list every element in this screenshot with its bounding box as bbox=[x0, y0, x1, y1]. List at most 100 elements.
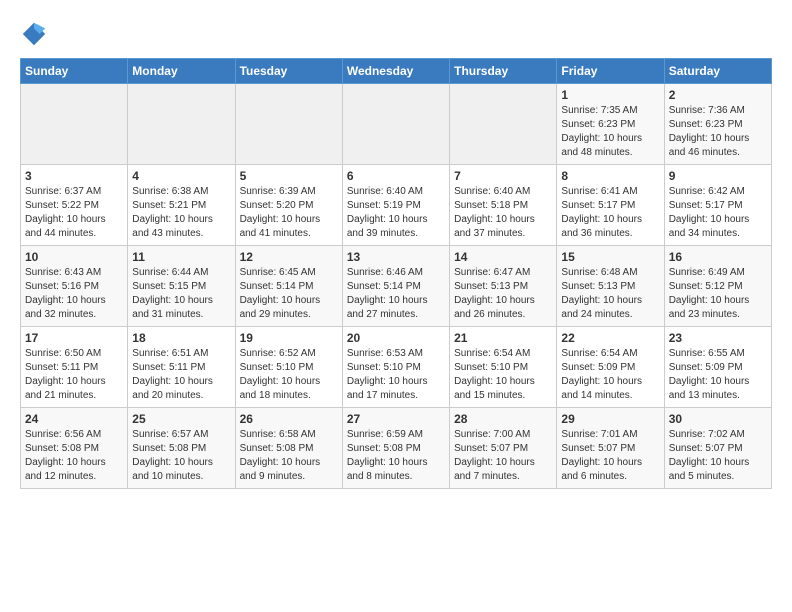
day-number: 22 bbox=[561, 331, 659, 345]
day-number: 13 bbox=[347, 250, 445, 264]
day-number: 5 bbox=[240, 169, 338, 183]
day-number: 28 bbox=[454, 412, 552, 426]
day-cell bbox=[21, 84, 128, 165]
day-number: 4 bbox=[132, 169, 230, 183]
logo-icon bbox=[20, 20, 48, 48]
day-cell: 11 Sunrise: 6:44 AM Sunset: 5:15 PM Dayli… bbox=[128, 246, 235, 327]
day-info: Sunrise: 6:39 AM Sunset: 5:20 PM Dayligh… bbox=[240, 185, 338, 241]
day-cell: 28 Sunrise: 7:00 AM Sunset: 5:07 PM Dayli… bbox=[450, 408, 557, 489]
header bbox=[20, 20, 772, 48]
day-info: Sunrise: 6:55 AM Sunset: 5:09 PM Dayligh… bbox=[669, 347, 767, 403]
day-cell bbox=[128, 84, 235, 165]
day-info: Sunrise: 6:47 AM Sunset: 5:13 PM Dayligh… bbox=[454, 266, 552, 322]
day-number: 15 bbox=[561, 250, 659, 264]
day-info: Sunrise: 6:44 AM Sunset: 5:15 PM Dayligh… bbox=[132, 266, 230, 322]
header-cell-tuesday: Tuesday bbox=[235, 59, 342, 84]
day-cell: 25 Sunrise: 6:57 AM Sunset: 5:08 PM Dayli… bbox=[128, 408, 235, 489]
day-info: Sunrise: 6:41 AM Sunset: 5:17 PM Dayligh… bbox=[561, 185, 659, 241]
day-number: 2 bbox=[669, 88, 767, 102]
day-cell: 2 Sunrise: 7:36 AM Sunset: 6:23 PM Daylig… bbox=[664, 84, 771, 165]
day-cell: 5 Sunrise: 6:39 AM Sunset: 5:20 PM Daylig… bbox=[235, 165, 342, 246]
day-info: Sunrise: 6:38 AM Sunset: 5:21 PM Dayligh… bbox=[132, 185, 230, 241]
day-info: Sunrise: 6:51 AM Sunset: 5:11 PM Dayligh… bbox=[132, 347, 230, 403]
day-cell: 7 Sunrise: 6:40 AM Sunset: 5:18 PM Daylig… bbox=[450, 165, 557, 246]
day-info: Sunrise: 6:42 AM Sunset: 5:17 PM Dayligh… bbox=[669, 185, 767, 241]
day-info: Sunrise: 6:49 AM Sunset: 5:12 PM Dayligh… bbox=[669, 266, 767, 322]
day-number: 3 bbox=[25, 169, 123, 183]
day-number: 24 bbox=[25, 412, 123, 426]
week-row-3: 10 Sunrise: 6:43 AM Sunset: 5:16 PM Dayli… bbox=[21, 246, 772, 327]
day-info: Sunrise: 7:35 AM Sunset: 6:23 PM Dayligh… bbox=[561, 104, 659, 160]
day-info: Sunrise: 6:43 AM Sunset: 5:16 PM Dayligh… bbox=[25, 266, 123, 322]
day-number: 27 bbox=[347, 412, 445, 426]
day-info: Sunrise: 6:45 AM Sunset: 5:14 PM Dayligh… bbox=[240, 266, 338, 322]
day-cell: 4 Sunrise: 6:38 AM Sunset: 5:21 PM Daylig… bbox=[128, 165, 235, 246]
day-number: 29 bbox=[561, 412, 659, 426]
day-info: Sunrise: 7:02 AM Sunset: 5:07 PM Dayligh… bbox=[669, 428, 767, 484]
day-number: 30 bbox=[669, 412, 767, 426]
week-row-5: 24 Sunrise: 6:56 AM Sunset: 5:08 PM Dayli… bbox=[21, 408, 772, 489]
header-cell-thursday: Thursday bbox=[450, 59, 557, 84]
day-number: 26 bbox=[240, 412, 338, 426]
day-cell: 23 Sunrise: 6:55 AM Sunset: 5:09 PM Dayli… bbox=[664, 327, 771, 408]
day-number: 21 bbox=[454, 331, 552, 345]
week-row-2: 3 Sunrise: 6:37 AM Sunset: 5:22 PM Daylig… bbox=[21, 165, 772, 246]
day-number: 7 bbox=[454, 169, 552, 183]
day-cell: 15 Sunrise: 6:48 AM Sunset: 5:13 PM Dayli… bbox=[557, 246, 664, 327]
day-cell: 19 Sunrise: 6:52 AM Sunset: 5:10 PM Dayli… bbox=[235, 327, 342, 408]
day-cell: 24 Sunrise: 6:56 AM Sunset: 5:08 PM Dayli… bbox=[21, 408, 128, 489]
day-cell: 20Sunrise: 6:53 AM Sunset: 5:10 PM Dayli… bbox=[342, 327, 449, 408]
header-cell-friday: Friday bbox=[557, 59, 664, 84]
day-number: 10 bbox=[25, 250, 123, 264]
day-info: Sunrise: 6:40 AM Sunset: 5:18 PM Dayligh… bbox=[454, 185, 552, 241]
header-cell-wednesday: Wednesday bbox=[342, 59, 449, 84]
calendar-body: 1Sunrise: 7:35 AM Sunset: 6:23 PM Daylig… bbox=[21, 84, 772, 489]
header-cell-saturday: Saturday bbox=[664, 59, 771, 84]
week-row-1: 1Sunrise: 7:35 AM Sunset: 6:23 PM Daylig… bbox=[21, 84, 772, 165]
header-cell-monday: Monday bbox=[128, 59, 235, 84]
day-cell: 6 Sunrise: 6:40 AM Sunset: 5:19 PM Daylig… bbox=[342, 165, 449, 246]
day-info: Sunrise: 6:58 AM Sunset: 5:08 PM Dayligh… bbox=[240, 428, 338, 484]
day-info: Sunrise: 6:56 AM Sunset: 5:08 PM Dayligh… bbox=[25, 428, 123, 484]
day-cell: 3 Sunrise: 6:37 AM Sunset: 5:22 PM Daylig… bbox=[21, 165, 128, 246]
day-info: Sunrise: 6:59 AM Sunset: 5:08 PM Dayligh… bbox=[347, 428, 445, 484]
day-info: Sunrise: 6:46 AM Sunset: 5:14 PM Dayligh… bbox=[347, 266, 445, 322]
day-info: Sunrise: 6:48 AM Sunset: 5:13 PM Dayligh… bbox=[561, 266, 659, 322]
day-info: Sunrise: 6:50 AM Sunset: 5:11 PM Dayligh… bbox=[25, 347, 123, 403]
day-number: 11 bbox=[132, 250, 230, 264]
day-cell: 9 Sunrise: 6:42 AM Sunset: 5:17 PM Daylig… bbox=[664, 165, 771, 246]
page: SundayMondayTuesdayWednesdayThursdayFrid… bbox=[0, 0, 792, 499]
day-number: 8 bbox=[561, 169, 659, 183]
day-number: 23 bbox=[669, 331, 767, 345]
day-info: Sunrise: 7:00 AM Sunset: 5:07 PM Dayligh… bbox=[454, 428, 552, 484]
day-number: 19 bbox=[240, 331, 338, 345]
day-cell: 12 Sunrise: 6:45 AM Sunset: 5:14 PM Dayli… bbox=[235, 246, 342, 327]
day-info: Sunrise: 6:57 AM Sunset: 5:08 PM Dayligh… bbox=[132, 428, 230, 484]
day-number: 6 bbox=[347, 169, 445, 183]
day-number: 17 bbox=[25, 331, 123, 345]
day-number: 9 bbox=[669, 169, 767, 183]
day-info: Sunrise: 6:54 AM Sunset: 5:10 PM Dayligh… bbox=[454, 347, 552, 403]
day-number: 14 bbox=[454, 250, 552, 264]
day-cell: 14 Sunrise: 6:47 AM Sunset: 5:13 PM Dayli… bbox=[450, 246, 557, 327]
day-info: Sunrise: 6:53 AM Sunset: 5:10 PM Dayligh… bbox=[347, 347, 445, 403]
day-info: Sunrise: 7:36 AM Sunset: 6:23 PM Dayligh… bbox=[669, 104, 767, 160]
day-cell bbox=[235, 84, 342, 165]
day-cell: 17 Sunrise: 6:50 AM Sunset: 5:11 PM Dayli… bbox=[21, 327, 128, 408]
day-cell: 21 Sunrise: 6:54 AM Sunset: 5:10 PM Dayli… bbox=[450, 327, 557, 408]
day-cell: 13 Sunrise: 6:46 AM Sunset: 5:14 PM Dayli… bbox=[342, 246, 449, 327]
day-cell: 22 Sunrise: 6:54 AM Sunset: 5:09 PM Dayli… bbox=[557, 327, 664, 408]
day-cell: 10 Sunrise: 6:43 AM Sunset: 5:16 PM Dayli… bbox=[21, 246, 128, 327]
day-info: Sunrise: 6:37 AM Sunset: 5:22 PM Dayligh… bbox=[25, 185, 123, 241]
header-cell-sunday: Sunday bbox=[21, 59, 128, 84]
day-number: 25 bbox=[132, 412, 230, 426]
day-info: Sunrise: 6:54 AM Sunset: 5:09 PM Dayligh… bbox=[561, 347, 659, 403]
day-cell: 27 Sunrise: 6:59 AM Sunset: 5:08 PM Dayli… bbox=[342, 408, 449, 489]
day-info: Sunrise: 6:40 AM Sunset: 5:19 PM Dayligh… bbox=[347, 185, 445, 241]
day-cell: 8 Sunrise: 6:41 AM Sunset: 5:17 PM Daylig… bbox=[557, 165, 664, 246]
calendar-header: SundayMondayTuesdayWednesdayThursdayFrid… bbox=[21, 59, 772, 84]
day-cell: 1Sunrise: 7:35 AM Sunset: 6:23 PM Daylig… bbox=[557, 84, 664, 165]
day-cell bbox=[342, 84, 449, 165]
day-info: Sunrise: 6:52 AM Sunset: 5:10 PM Dayligh… bbox=[240, 347, 338, 403]
day-number: 12 bbox=[240, 250, 338, 264]
